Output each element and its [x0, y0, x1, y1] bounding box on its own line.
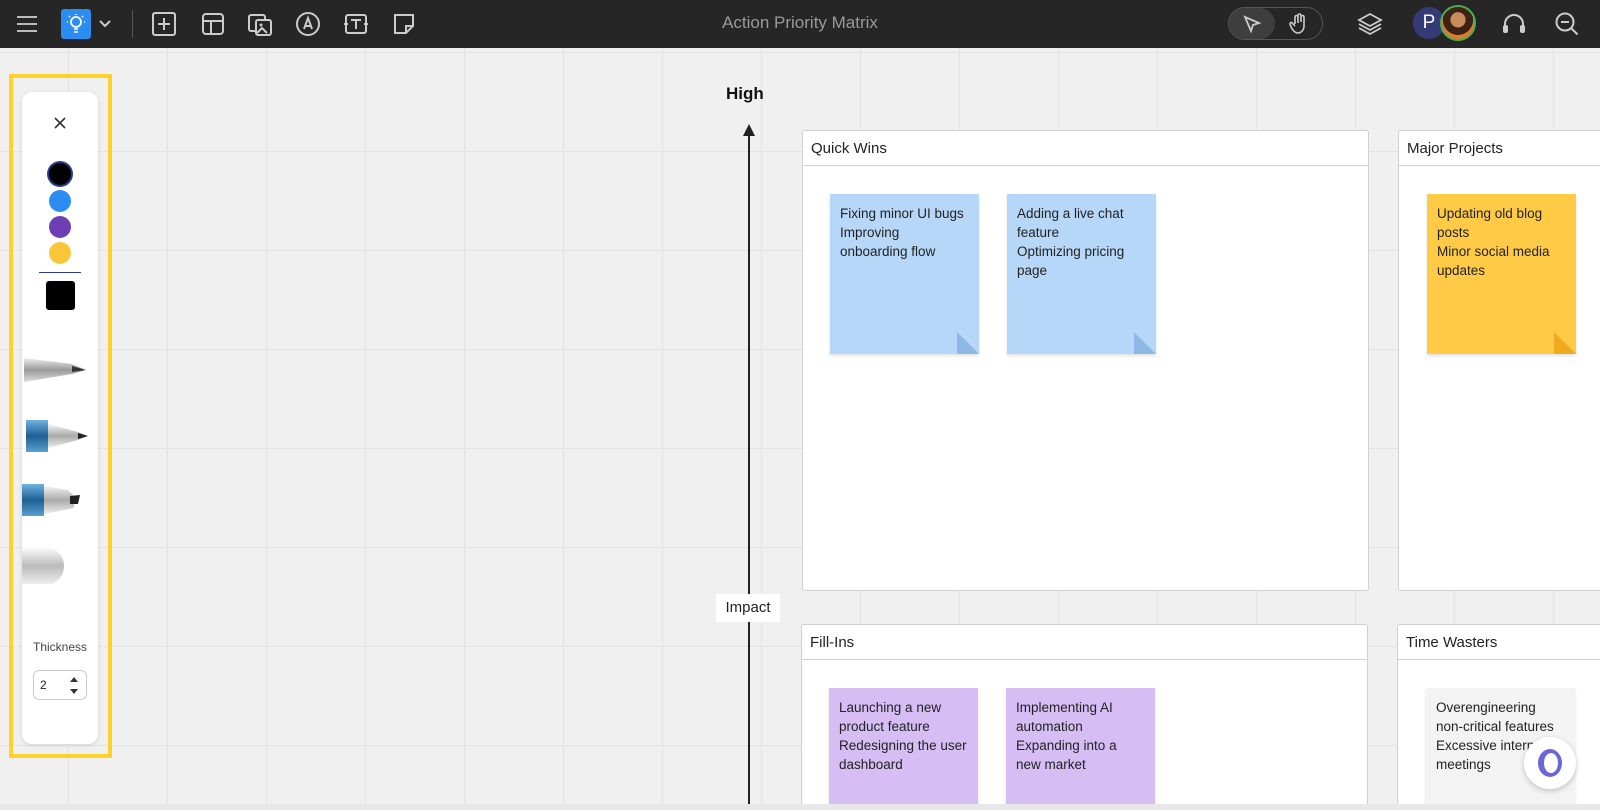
hand-icon[interactable] — [1284, 9, 1314, 39]
text-icon[interactable] — [341, 9, 371, 39]
fine-pen-icon[interactable] — [22, 352, 92, 392]
quadrant-title: Quick Wins — [803, 131, 1368, 166]
marker-icon[interactable] — [22, 418, 92, 458]
custom-color-swatch[interactable] — [46, 281, 75, 310]
template-icon[interactable] — [198, 9, 228, 39]
impact-axis-line — [748, 128, 750, 810]
sticky-note[interactable]: Adding a live chat feature Optimizing pr… — [1007, 194, 1156, 354]
sticky-note[interactable]: Updating old blog posts Minor social med… — [1427, 194, 1576, 354]
sticky-line: Fixing minor UI bugs — [840, 206, 964, 221]
page-fold-icon — [957, 332, 979, 354]
color-swatch-blue[interactable] — [49, 190, 71, 212]
sticky-line: Launching a new product feature — [839, 700, 942, 734]
sticky-line: Updating old blog posts — [1437, 206, 1543, 240]
axis-impact-label: Impact — [716, 594, 780, 622]
user-photo-avatar[interactable] — [1440, 5, 1476, 41]
axis-high-label: High — [726, 84, 764, 103]
close-icon[interactable] — [48, 111, 72, 135]
spin-up-icon[interactable] — [70, 677, 78, 682]
pen-icon[interactable] — [293, 9, 323, 39]
zoom-out-icon[interactable] — [1552, 9, 1582, 39]
menu-icon[interactable] — [12, 9, 42, 39]
sticky-line: Improving onboarding flow — [840, 225, 936, 259]
spin-down-icon[interactable] — [70, 689, 78, 694]
color-swatch-black[interactable] — [49, 163, 71, 185]
chat-assistant-button[interactable] — [1524, 737, 1576, 789]
add-square-icon[interactable] — [149, 9, 179, 39]
quadrant-title: Time Wasters — [1398, 625, 1600, 660]
sticky-line: Redesigning the user dashboard — [839, 738, 967, 772]
thickness-stepper[interactable]: 2 — [33, 670, 87, 700]
sticky-line: Expanding into a new market — [1016, 738, 1117, 772]
page-fold-icon — [1554, 332, 1576, 354]
select-icon[interactable] — [1237, 9, 1267, 39]
sticky-line: Minor social media updates — [1437, 244, 1550, 278]
sticky-line: Overengineering non-critical features — [1436, 700, 1554, 734]
lightbulb-icon[interactable] — [61, 9, 91, 39]
axis-arrow-icon — [743, 124, 755, 136]
eraser-icon[interactable] — [22, 546, 92, 586]
highlighter-icon[interactable] — [22, 482, 92, 522]
thickness-value[interactable]: 2 — [40, 671, 47, 699]
color-swatch-purple[interactable] — [49, 216, 71, 238]
page-fold-icon — [1134, 332, 1156, 354]
media-icon[interactable] — [245, 9, 275, 39]
quadrant-title: Major Projects — [1399, 131, 1600, 166]
color-swatch-yellow[interactable] — [49, 242, 71, 264]
sticky-note-icon[interactable] — [389, 9, 419, 39]
toolbar-divider — [132, 10, 133, 38]
sticky-note[interactable]: Fixing minor UI bugs Improving onboardin… — [830, 194, 979, 354]
top-toolbar: Action Priority Matrix P — [0, 0, 1600, 48]
headset-icon[interactable] — [1499, 9, 1529, 39]
sticky-line: Adding a live chat feature — [1017, 206, 1124, 240]
bottom-scroll-strip — [0, 804, 1600, 810]
layers-icon[interactable] — [1355, 9, 1385, 39]
panel-divider — [39, 272, 81, 273]
quadrant-title: Fill-Ins — [802, 625, 1367, 660]
sticky-line: Implementing AI automation — [1016, 700, 1113, 734]
chevron-down-icon[interactable] — [94, 9, 116, 39]
sticky-note[interactable]: Launching a new product feature Redesign… — [829, 688, 978, 804]
thickness-label: Thickness — [32, 640, 88, 654]
sticky-line: Optimizing pricing page — [1017, 244, 1125, 278]
sticky-note[interactable]: Implementing AI automation Expanding int… — [1006, 688, 1155, 804]
